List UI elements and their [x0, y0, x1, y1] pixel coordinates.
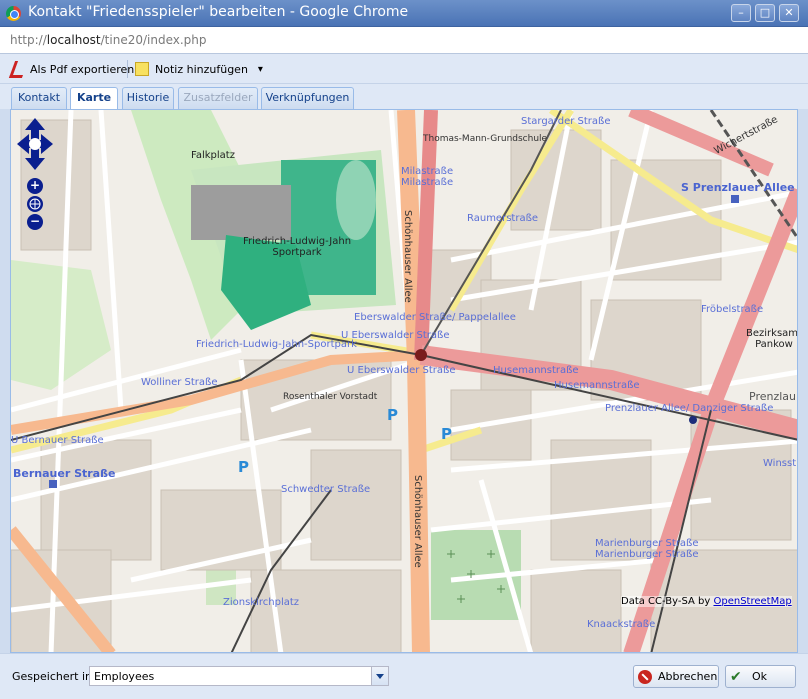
export-pdf-label: Als Pdf exportieren — [30, 62, 135, 76]
bus-stop-marker — [49, 480, 57, 488]
openstreetmap-link[interactable]: OpenStreetMap — [713, 596, 791, 607]
tab-historie[interactable]: Historie — [122, 87, 174, 109]
stadium-building — [191, 185, 291, 240]
map-label-schoenhauser-allee-north: Schönhauser Allee — [402, 210, 413, 303]
map-label-stargarder-strasse: Stargarder Straße — [521, 116, 611, 127]
map-label-husemannstrasse-2: Husemannstraße — [554, 380, 640, 391]
tab-zusatzfelder: Zusatzfelder — [178, 87, 258, 109]
window-title: Kontakt "Friedensspieler" bearbeiten - G… — [28, 4, 409, 20]
cancel-icon — [638, 669, 652, 684]
map-label-u-eberswalder-1: U Eberswalder Straße — [341, 330, 450, 341]
checkmark-icon: ✔ — [730, 668, 742, 685]
toolbar: Als Pdf exportieren Notiz hinzufügen ▾ — [0, 54, 808, 84]
map-label-falkplatz: Falkplatz — [191, 150, 235, 161]
zoom-out-button[interactable]: − — [27, 214, 43, 230]
map-label-froebelstrasse: Fröbelstraße — [701, 304, 764, 315]
map-label-zionskirchplatz: Zionskirchplatz — [223, 597, 300, 608]
ok-button[interactable]: ✔ Ok — [725, 665, 796, 688]
url-text[interactable]: http://localhost/tine20/index.php — [10, 33, 207, 47]
parking-icon: P — [238, 458, 249, 476]
map-label-eberswalder-pappelallee: Eberswalder Straße/ Pappelallee — [354, 312, 516, 323]
add-note-button[interactable]: Notiz hinzufügen ▾ — [135, 59, 263, 79]
s-bahn-stop-marker — [731, 195, 739, 203]
tab-verknuepfungen[interactable]: Verknüpfungen — [261, 87, 354, 109]
window-titlebar: Kontakt "Friedensspieler" bearbeiten - G… — [0, 0, 808, 27]
parking-icon: P — [387, 406, 398, 424]
chevron-down-icon[interactable] — [371, 667, 388, 685]
map-label-raumerstrasse: Raumerstraße — [467, 213, 539, 224]
tab-strip: Kontakt Karte Historie Zusatzfelder Verk… — [0, 84, 808, 110]
toolbar-separator — [127, 60, 128, 78]
map-label-u-eberswalder-2: U Eberswalder Straße — [347, 365, 456, 376]
dialog-footer: Gespeichert in Employees Abbrechen ✔ Ok — [0, 653, 808, 699]
tram-station-marker — [689, 416, 697, 424]
map-label-prenzlau: Prenzlau — [749, 390, 797, 403]
map-label-thomas-mann-grundschule: Thomas-Mann-Grundschule — [423, 134, 548, 144]
map-label-bernauer-strasse: Bernauer Straße — [13, 467, 116, 480]
maximize-button[interactable]: □ — [755, 4, 775, 22]
map-label-milastrasse: Milastraße Milastraße — [401, 166, 454, 188]
map-label-marienburger-strasse: Marienburger Straße Marienburger Straße — [595, 538, 699, 560]
minimize-button[interactable]: – — [731, 4, 751, 22]
globe-icon[interactable] — [27, 196, 43, 212]
map-label-knaackstrasse: Knaackstraße — [587, 619, 656, 630]
pan-control-icon[interactable] — [17, 118, 53, 170]
schoenhauser-allee-road — [397, 110, 430, 652]
ok-label: Ok — [752, 670, 768, 683]
map-label-schwedter-strasse-stop: Schwedter Straße — [281, 484, 371, 495]
chevron-down-icon[interactable]: ▾ — [258, 64, 263, 75]
map-label-sportpark-stop: Friedrich-Ludwig-Jahn-Sportpark — [196, 339, 357, 350]
map-tiles[interactable] — [11, 110, 798, 653]
zoom-in-button[interactable]: + — [27, 178, 43, 194]
u-bahn-station-marker — [415, 349, 427, 361]
saved-in-label: Gespeichert in — [12, 670, 92, 683]
container-select-value: Employees — [94, 670, 155, 683]
map-label-s-prenzlauer-allee: S Prenzlauer Allee — [681, 181, 795, 194]
map-label-winsstr: Winsstr — [763, 458, 798, 469]
map-label-bezirksamt-pankow: Bezirksamt Pankow — [746, 328, 798, 350]
map-label-husemannstrasse-1: Husemannstraße — [493, 365, 579, 376]
map-pan-zoom-control: + − — [17, 118, 53, 238]
map-label-prenzlauer-danziger: Prenzlauer Allee/ Danziger Straße — [605, 403, 774, 414]
cancel-button[interactable]: Abbrechen — [633, 665, 719, 688]
chrome-icon — [6, 6, 21, 21]
address-bar[interactable]: http://localhost/tine20/index.php — [0, 27, 808, 54]
map-label-schoenhauser-allee-south: Schönhauser Allee — [412, 475, 423, 568]
parking-icon: P — [441, 425, 452, 443]
cancel-label: Abbrechen — [658, 670, 718, 683]
map-label-sportpark: Friedrich-Ludwig-Jahn Sportpark — [243, 236, 352, 258]
tab-kontakt[interactable]: Kontakt — [11, 87, 67, 109]
close-button[interactable]: ✕ — [779, 4, 799, 22]
note-icon — [135, 62, 149, 76]
container-select[interactable]: Employees — [89, 666, 389, 686]
map-view[interactable]: + − Falkplatz Friedrich-Ludwig-Jahn Spor… — [10, 109, 798, 653]
pdf-icon — [10, 61, 24, 77]
add-note-label: Notiz hinzufügen — [155, 62, 248, 76]
tab-karte[interactable]: Karte — [70, 87, 118, 110]
map-attribution: Data CC-By-SA by OpenStreetMap — [621, 596, 792, 607]
map-label-u-bernauer-strasse: U Bernauer Straße — [11, 435, 104, 446]
map-label-wolliner-strasse: Wolliner Straße — [141, 377, 218, 388]
track — [336, 160, 376, 240]
export-pdf-button[interactable]: Als Pdf exportieren — [10, 59, 134, 79]
map-label-rosenthaler-vorstadt: Rosenthaler Vorstadt — [283, 392, 378, 402]
